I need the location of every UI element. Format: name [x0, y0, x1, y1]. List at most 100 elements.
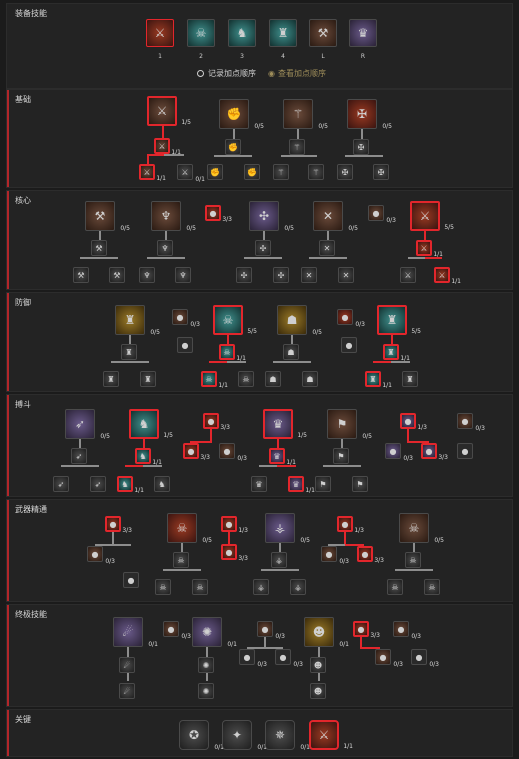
- skill-brawl-passive-4[interactable]: ● 1/3: [400, 413, 427, 431]
- skill-brawl-2-upgrade[interactable]: ♞ 1/1: [135, 448, 162, 466]
- skill-ult-passive-7[interactable]: ● 0/3: [393, 621, 421, 640]
- skill-def-3[interactable]: ☗ 0/5: [277, 305, 322, 336]
- skill-wm-3-a[interactable]: ☠: [387, 579, 403, 595]
- skill-wm-1-upgrade[interactable]: ☠: [173, 552, 189, 568]
- skill-core-4-b[interactable]: ✕: [338, 267, 354, 283]
- skill-ult-2-upgrade[interactable]: ✺: [198, 657, 214, 673]
- view-order-link[interactable]: ◉ 查看加点顺序: [268, 68, 326, 79]
- skill-core-5-a[interactable]: ⚔: [400, 267, 416, 283]
- skill-basic-4-b[interactable]: ✠: [373, 164, 389, 180]
- skill-brawl-passive-2[interactable]: ● 3/3: [183, 443, 210, 461]
- skill-ult-passive-8[interactable]: ● 0/3: [411, 649, 439, 668]
- skill-core-2-upgrade[interactable]: ♆: [157, 240, 173, 256]
- skill-core-passive[interactable]: ● 3/3: [205, 205, 232, 223]
- skill-brawl-1[interactable]: ➶ 0/5: [65, 409, 110, 440]
- skill-core-2-a[interactable]: ♆: [139, 267, 155, 283]
- equipped-slot-1[interactable]: ⚔: [146, 19, 174, 47]
- skill-wm-2[interactable]: ⚶ 0/5: [265, 513, 310, 544]
- skill-wm-2-upgrade[interactable]: ⚶: [271, 552, 287, 568]
- skill-ult-2[interactable]: ✺ 0/1: [192, 617, 237, 648]
- skill-key-1[interactable]: ✪ 0/1: [179, 720, 224, 751]
- skill-basic-3-a[interactable]: ⚚: [273, 164, 289, 180]
- skill-basic-2-b[interactable]: ✊: [244, 164, 260, 180]
- record-order-radio[interactable]: [197, 70, 204, 77]
- skill-key-2[interactable]: ✦ 0/1: [222, 720, 267, 751]
- skill-def-4-upgrade[interactable]: ♜ 1/1: [383, 344, 410, 362]
- skill-ult-1-upgrade[interactable]: ☄: [119, 657, 135, 673]
- skill-brawl-passive-7[interactable]: ● 0/3: [457, 413, 485, 432]
- skill-def-1-b[interactable]: ♜: [140, 371, 156, 387]
- skill-brawl-3[interactable]: ♛ 1/5: [263, 409, 307, 439]
- skill-wm-passive-2[interactable]: ● 0/3: [87, 546, 115, 565]
- skill-core-1-a[interactable]: ⚒: [73, 267, 89, 283]
- skill-def-3-a[interactable]: ☗: [265, 371, 281, 387]
- skill-wm-2-b[interactable]: ⚶: [290, 579, 306, 595]
- skill-basic-2-upgrade[interactable]: ✊: [225, 139, 241, 155]
- skill-brawl-passive-6[interactable]: ● 3/3: [421, 443, 448, 461]
- skill-basic-2-a[interactable]: ✊: [207, 164, 223, 180]
- skill-def-4-a[interactable]: ♜ 1/1: [365, 371, 392, 389]
- skill-core-3-upgrade[interactable]: ✣: [255, 240, 271, 256]
- record-order-label[interactable]: 记录加点顺序: [208, 68, 256, 79]
- skill-brawl-passive-8[interactable]: ●: [457, 443, 473, 459]
- skill-ult-passive-2[interactable]: ● 0/3: [257, 621, 285, 640]
- skill-wm-1[interactable]: ☠ 0/5: [167, 513, 212, 544]
- skill-def-2-a[interactable]: ☠ 1/1: [201, 371, 228, 389]
- skill-brawl-4-b[interactable]: ⚑: [352, 476, 368, 492]
- skill-wm-passive-1[interactable]: ● 3/3: [105, 516, 132, 534]
- skill-def-passive-1[interactable]: ● 0/3: [172, 309, 200, 328]
- skill-core-2[interactable]: ♆ 0/5: [151, 201, 196, 232]
- skill-wm-3-upgrade[interactable]: ☠: [405, 552, 421, 568]
- skill-basic-2[interactable]: ✊ 0/5: [219, 99, 264, 130]
- skill-core-1[interactable]: ⚒ 0/5: [85, 201, 130, 232]
- skill-brawl-3-b[interactable]: ♛ 1/1: [288, 476, 315, 494]
- equipped-slot-2[interactable]: ☠: [187, 19, 215, 47]
- skill-ult-passive-6[interactable]: ● 0/3: [375, 649, 403, 668]
- skill-basic-1-upgrade[interactable]: ⚔ 1/1: [154, 138, 181, 156]
- skill-core-1-b[interactable]: ⚒: [109, 267, 125, 283]
- skill-core-2-b[interactable]: ♆: [175, 267, 191, 283]
- skill-basic-3-upgrade[interactable]: ⚚: [289, 139, 305, 155]
- skill-def-1[interactable]: ♜ 0/5: [115, 305, 160, 336]
- skill-def-1-a[interactable]: ♜: [103, 371, 119, 387]
- skill-def-3-upgrade[interactable]: ☗: [283, 344, 299, 360]
- skill-brawl-1-upgrade[interactable]: ➶: [71, 448, 87, 464]
- equipped-slot-L[interactable]: ⚒: [309, 19, 337, 47]
- skill-def-2-b[interactable]: ☠: [238, 371, 254, 387]
- skill-wm-passive-6[interactable]: ● 1/3: [337, 516, 364, 534]
- skill-brawl-passive-5[interactable]: ● 0/3: [385, 443, 413, 462]
- skill-wm-2-a[interactable]: ⚶: [253, 579, 269, 595]
- skill-def-4-b[interactable]: ♜: [402, 371, 418, 387]
- skill-ult-passive-1[interactable]: ● 0/3: [163, 621, 191, 640]
- skill-core-5-b[interactable]: ⚔ 1/1: [434, 267, 461, 285]
- skill-brawl-2-b[interactable]: ♞: [154, 476, 170, 492]
- skill-ult-passive-5[interactable]: ● 3/3: [353, 621, 380, 639]
- skill-core-3-b[interactable]: ✣: [273, 267, 289, 283]
- skill-basic-4-upgrade[interactable]: ✠: [353, 139, 369, 155]
- skill-core-4[interactable]: ✕ 0/5: [313, 201, 358, 232]
- skill-basic-4-a[interactable]: ✠: [337, 164, 353, 180]
- skill-brawl-4-a[interactable]: ⚑: [315, 476, 331, 492]
- skill-brawl-1-a[interactable]: ➶: [53, 476, 69, 492]
- skill-wm-3[interactable]: ☠ 0/5: [399, 513, 444, 544]
- skill-brawl-4-upgrade[interactable]: ⚑: [333, 448, 349, 464]
- skill-core-4-upgrade[interactable]: ✕: [319, 240, 335, 256]
- skill-ult-2-enhanced[interactable]: ✺: [198, 683, 214, 699]
- skill-def-passive-4[interactable]: ●: [341, 337, 357, 353]
- skill-wm-passive-7[interactable]: ● 0/3: [321, 546, 349, 565]
- skill-brawl-4[interactable]: ⚑ 0/5: [327, 409, 372, 440]
- skill-ult-1-enhanced[interactable]: ☄: [119, 683, 135, 699]
- skill-wm-1-a[interactable]: ☠: [155, 579, 171, 595]
- skill-wm-passive-8[interactable]: ● 3/3: [357, 546, 384, 564]
- skill-def-2[interactable]: ☠ 5/5: [213, 305, 257, 335]
- skill-wm-passive-3[interactable]: ●: [123, 572, 139, 588]
- skill-wm-1-b[interactable]: ☠: [192, 579, 208, 595]
- skill-core-1-upgrade[interactable]: ⚒: [91, 240, 107, 256]
- skill-ult-passive-3[interactable]: ● 0/3: [239, 649, 267, 668]
- skill-def-passive-3[interactable]: ● 0/3: [337, 309, 365, 328]
- skill-def-4[interactable]: ♜ 5/5: [377, 305, 421, 335]
- skill-def-2-upgrade[interactable]: ☠ 1/1: [219, 344, 246, 362]
- skill-brawl-3-upgrade[interactable]: ♛ 1/1: [269, 448, 296, 466]
- skill-core-passive-2[interactable]: ● 0/3: [368, 205, 396, 224]
- skill-def-1-upgrade[interactable]: ♜: [121, 344, 137, 360]
